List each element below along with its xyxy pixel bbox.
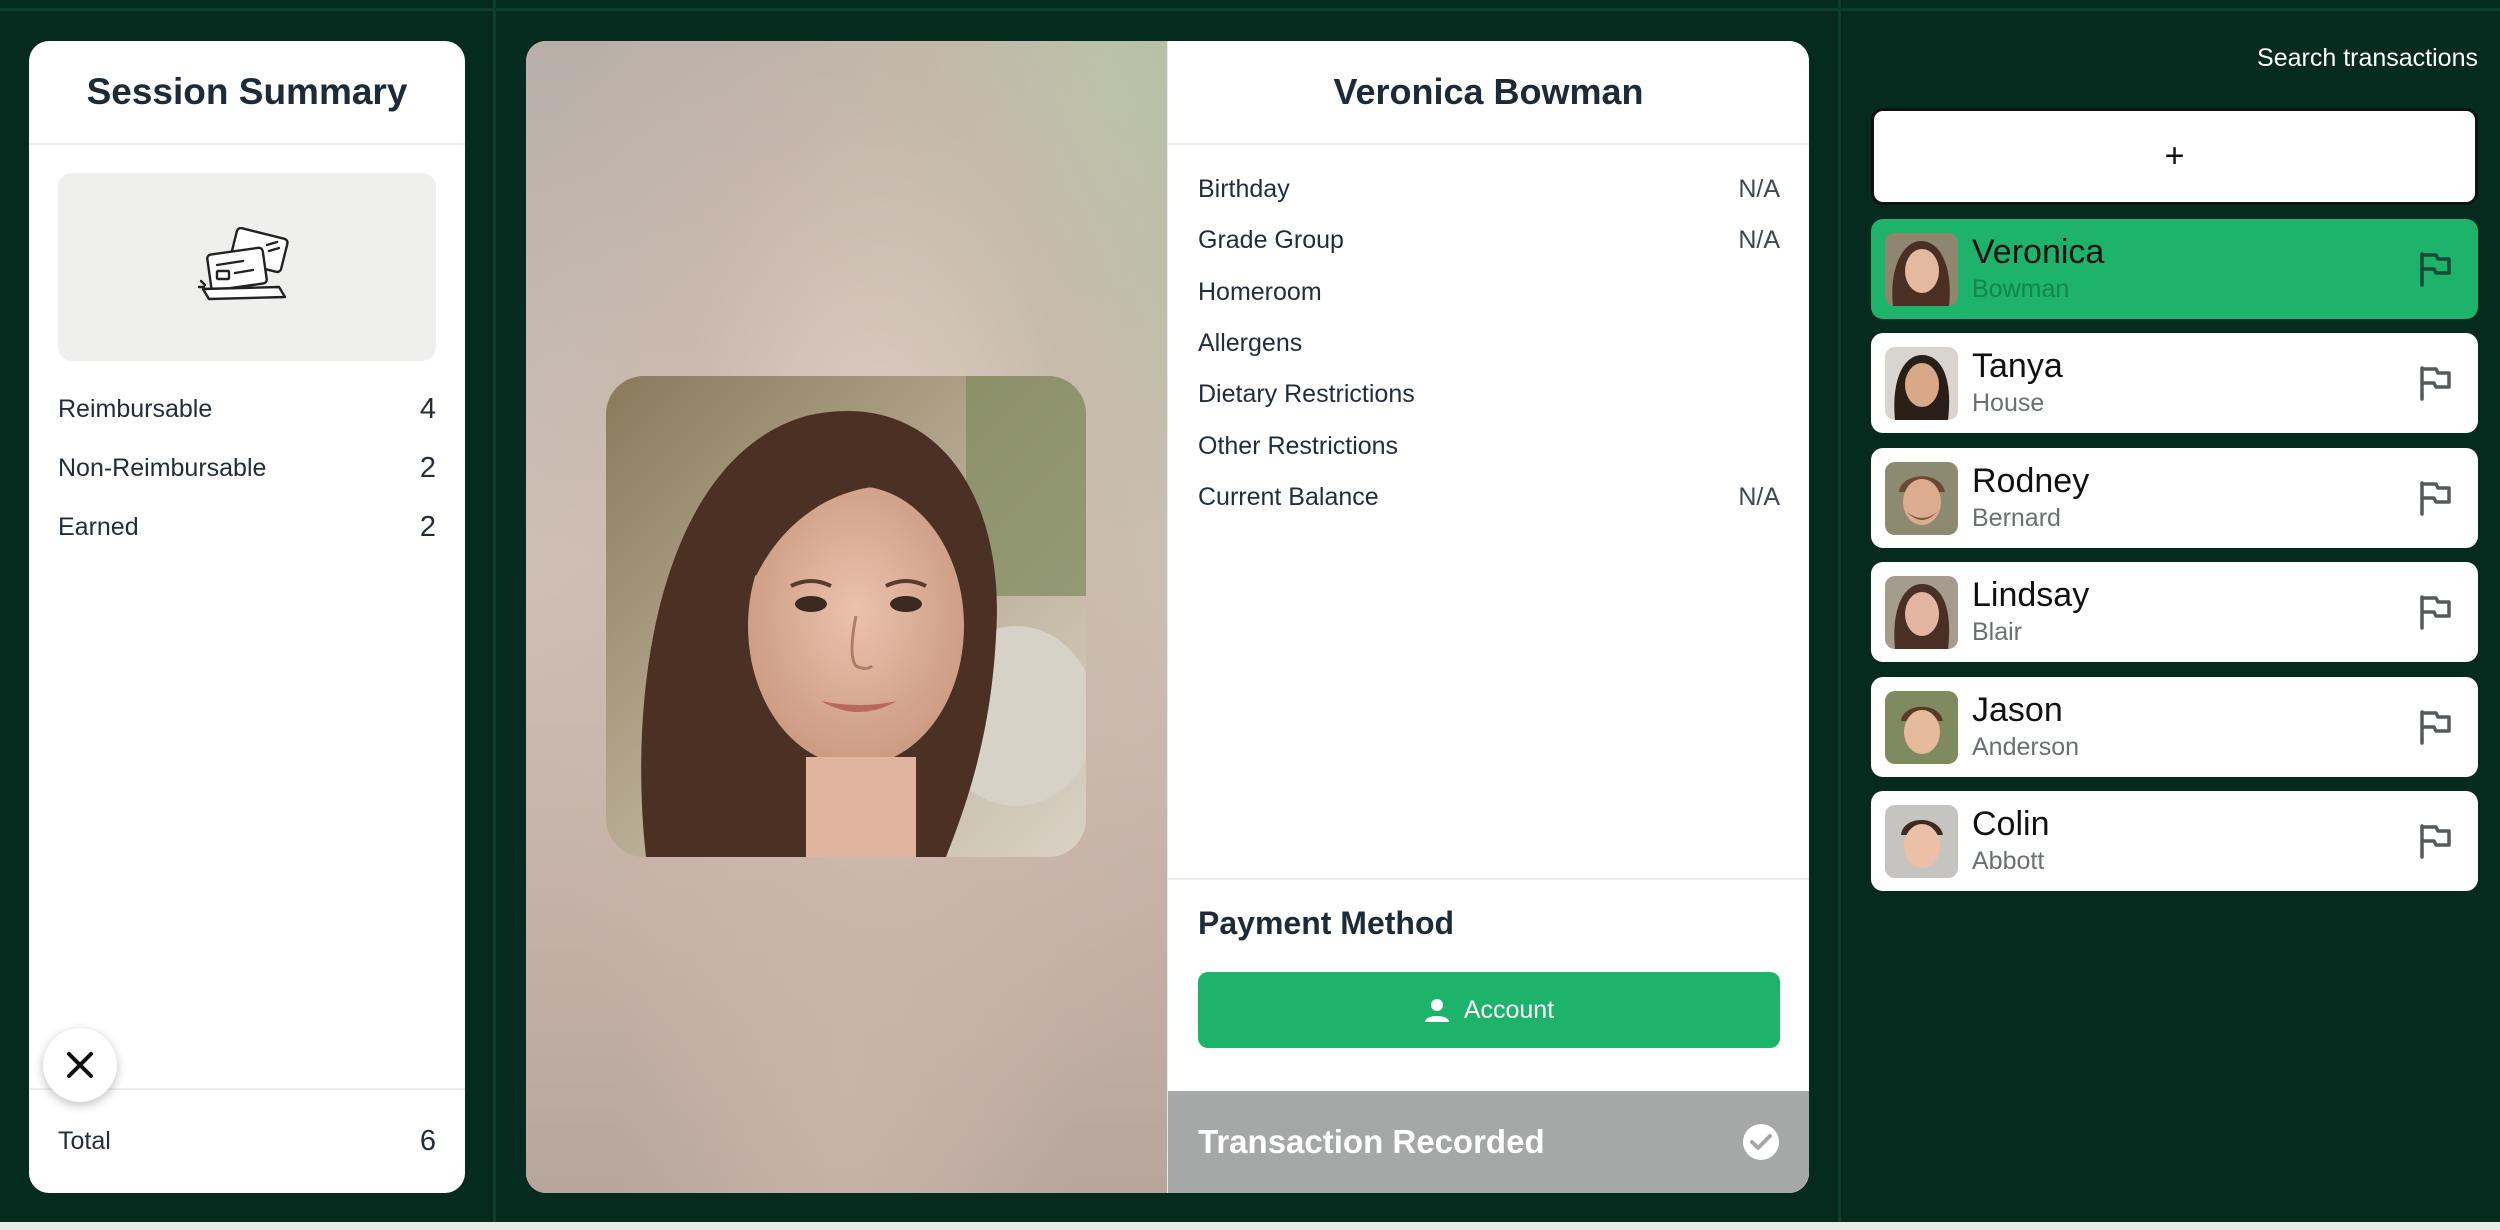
summary-illustration — [58, 173, 436, 361]
stat-value: 4 — [419, 393, 436, 425]
profile-card: Veronica Bowman Birthday N/A Grade Group… — [526, 41, 1809, 1193]
person-item-colin[interactable]: Colin Abbott — [1871, 791, 2478, 891]
flag-icon[interactable] — [2418, 823, 2452, 859]
avatar — [1885, 346, 1958, 420]
avatar — [1885, 804, 1958, 878]
profile-photo — [606, 376, 1086, 857]
person-item-lindsay[interactable]: Lindsay Blair — [1871, 562, 2478, 662]
person-item-veronica[interactable]: Veronica Bowman — [1871, 219, 2478, 319]
person-first-name: Lindsay — [1972, 576, 2090, 614]
stat-label: Reimbursable — [58, 395, 213, 423]
flag-icon[interactable] — [2418, 365, 2452, 401]
field-label: Current Balance — [1198, 483, 1379, 511]
person-item-rodney[interactable]: Rodney Bernard — [1871, 448, 2478, 548]
summary-total-row: Total 6 — [29, 1088, 465, 1193]
bottom-strip — [0, 1222, 2500, 1230]
person-last-name: Blair — [1972, 618, 2023, 646]
stat-non-reimbursable: Non-Reimbursable 2 — [58, 452, 436, 485]
field-label: Other Restrictions — [1198, 432, 1399, 460]
stat-label: Earned — [58, 513, 139, 541]
avatar — [1885, 690, 1958, 764]
person-first-name: Tanya — [1972, 347, 2063, 385]
avatar — [1885, 461, 1958, 535]
account-payment-label: Account — [1463, 995, 1555, 1024]
stat-reimbursable: Reimbursable 4 — [58, 393, 436, 426]
field-allergens: Allergens — [1198, 329, 1780, 358]
field-dietary-restrictions: Dietary Restrictions — [1198, 380, 1780, 409]
transaction-status-bar: Transaction Recorded — [1168, 1091, 1809, 1193]
field-current-balance: Current Balance N/A — [1198, 483, 1780, 512]
field-other-restrictions: Other Restrictions — [1198, 432, 1780, 461]
cards-icon — [197, 227, 289, 301]
add-button[interactable]: + — [1871, 108, 2478, 205]
search-transactions-link[interactable]: Search transactions — [2257, 44, 2478, 73]
flag-icon[interactable] — [2418, 594, 2452, 630]
close-icon — [67, 1052, 93, 1078]
profile-name: Veronica Bowman — [1168, 41, 1809, 145]
field-value: N/A — [1738, 483, 1780, 511]
payment-method-title: Payment Method — [1198, 905, 1455, 941]
stat-earned: Earned 2 — [58, 511, 436, 544]
field-birthday: Birthday N/A — [1198, 175, 1780, 204]
person-first-name: Jason — [1972, 691, 2063, 729]
field-grade-group: Grade Group N/A — [1198, 226, 1780, 255]
person-last-name: House — [1972, 389, 2045, 417]
top-divider — [0, 8, 2500, 11]
flag-icon[interactable] — [2418, 251, 2452, 287]
field-label: Grade Group — [1198, 226, 1344, 254]
profile-details: Veronica Bowman Birthday N/A Grade Group… — [1167, 41, 1809, 1193]
avatar — [1885, 575, 1958, 649]
session-summary-card: Session Summary Reimbursable 4 Non-Reimb… — [29, 41, 465, 1193]
avatar — [1885, 232, 1958, 306]
person-item-tanya[interactable]: Tanya House — [1871, 333, 2478, 433]
person-first-name: Veronica — [1972, 233, 2105, 271]
payment-divider — [1168, 878, 1809, 880]
person-item-jason[interactable]: Jason Anderson — [1871, 677, 2478, 777]
field-value: N/A — [1738, 226, 1780, 254]
check-circle-icon — [1743, 1124, 1779, 1160]
person-last-name: Bernard — [1972, 504, 2061, 532]
field-label: Dietary Restrictions — [1198, 380, 1415, 408]
stat-label: Non-Reimbursable — [58, 454, 267, 482]
session-summary-title: Session Summary — [29, 41, 465, 145]
transaction-status-text: Transaction Recorded — [1198, 1123, 1545, 1160]
flag-icon[interactable] — [2418, 480, 2452, 516]
stat-value: 2 — [419, 452, 436, 484]
profile-photo-background — [526, 41, 1167, 1193]
panel-divider-right — [1838, 0, 1841, 1222]
field-label: Allergens — [1198, 329, 1303, 357]
total-label: Total — [58, 1127, 111, 1155]
stat-value: 2 — [419, 511, 436, 543]
field-homeroom: Homeroom — [1198, 278, 1780, 307]
person-first-name: Colin — [1972, 805, 2050, 843]
total-value: 6 — [419, 1125, 436, 1157]
close-button[interactable] — [43, 1028, 117, 1102]
person-last-name: Abbott — [1972, 847, 2045, 875]
field-value: N/A — [1738, 175, 1780, 203]
person-icon — [1424, 999, 1449, 1022]
field-label: Homeroom — [1198, 278, 1322, 306]
panel-divider-left — [493, 0, 496, 1222]
person-last-name: Anderson — [1972, 733, 2080, 761]
account-payment-button[interactable]: Account — [1198, 972, 1780, 1048]
field-label: Birthday — [1198, 175, 1290, 203]
flag-icon[interactable] — [2418, 709, 2452, 745]
person-last-name: Bowman — [1972, 275, 2070, 303]
person-first-name: Rodney — [1972, 462, 2090, 500]
